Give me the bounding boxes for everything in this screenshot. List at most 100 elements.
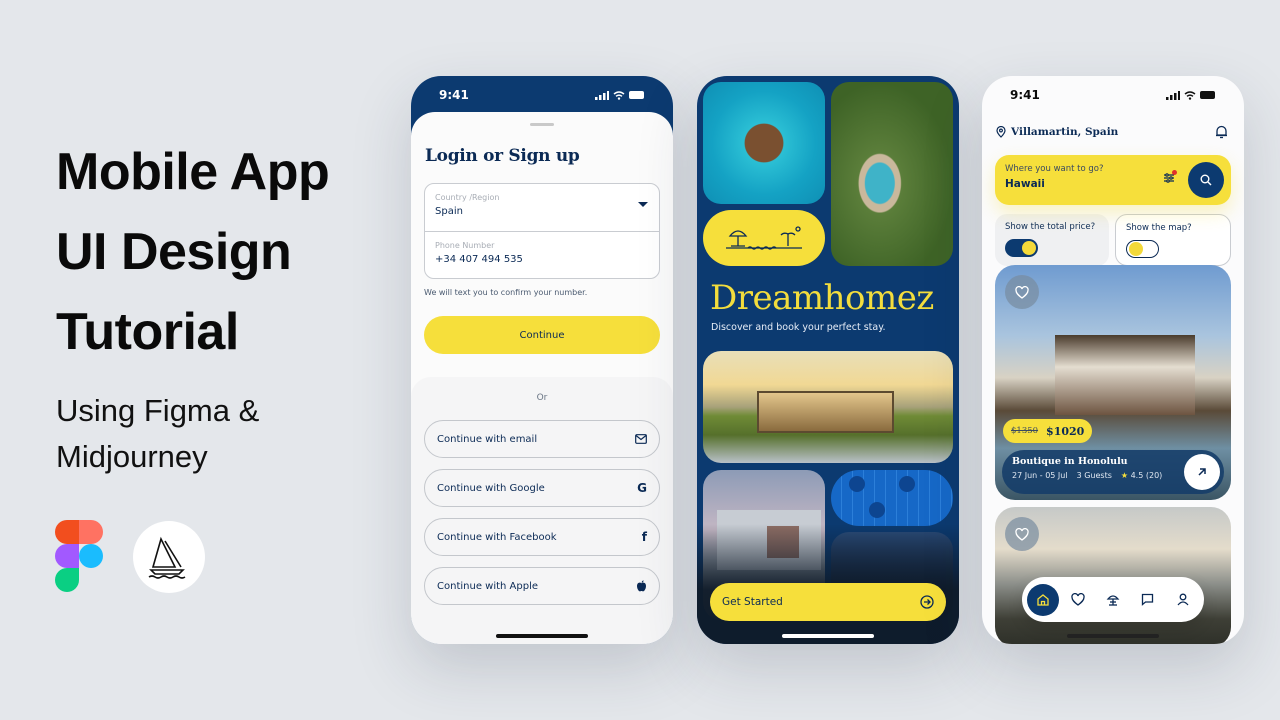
total-price-label: Show the total price?: [1005, 222, 1096, 232]
phone-value[interactable]: +34 407 494 535: [435, 254, 649, 265]
location-label: Villamartin, Spain: [1011, 126, 1119, 138]
map-tile[interactable]: [831, 470, 953, 526]
hero-title: Mobile App UI Design Tutorial: [56, 143, 330, 361]
social-label: Continue with Facebook: [437, 531, 557, 543]
pool-aerial-image: [831, 82, 953, 266]
facebook-icon: f: [641, 530, 647, 544]
continue-google-button[interactable]: Continue with Google G: [424, 469, 660, 507]
bell-icon[interactable]: [1215, 125, 1228, 139]
status-time: 9:41: [439, 88, 469, 102]
nav-messages[interactable]: [1132, 584, 1164, 616]
overwater-villa-image: [703, 82, 825, 204]
listing-rating: 4.5 (20): [1130, 471, 1163, 480]
page-title: Login or Sign up: [425, 146, 580, 166]
location-selector[interactable]: Villamartin, Spain: [996, 126, 1118, 138]
search-button[interactable]: [1188, 162, 1224, 198]
home-indicator: [496, 634, 588, 638]
price-tag: $1350 $1020: [1003, 419, 1093, 443]
old-price: $1350: [1011, 426, 1039, 436]
signal-icon: [1166, 90, 1180, 100]
search-bar[interactable]: Where you want to go? Hawaii: [995, 155, 1231, 205]
listing-card[interactable]: $1350 $1020 Boutique in Honolulu 27 Jun …: [995, 265, 1231, 500]
beach-illustration-card: [703, 210, 825, 266]
status-bar: 9:41: [982, 76, 1244, 114]
chat-icon: [1142, 593, 1154, 606]
confirm-hint: We will text you to confirm your number.: [424, 288, 588, 297]
nav-bookings[interactable]: [1097, 584, 1129, 616]
get-started-label: Get Started: [722, 596, 783, 608]
login-sheet: Login or Sign up Country /Region Spain P…: [411, 112, 673, 644]
map-pin-icon[interactable]: [899, 476, 915, 492]
listing-dates: 27 Jun - 05 Jul: [1012, 471, 1068, 480]
apple-icon: [637, 580, 646, 592]
login-screen: 9:41 Login or Sign up Country /Region Sp…: [411, 76, 673, 644]
status-time: 9:41: [1010, 88, 1040, 102]
listing-title: Boutique in Honolulu: [1012, 456, 1128, 467]
onboarding-screen: Dreamhomez Discover and book your perfec…: [697, 76, 959, 644]
country-value: Spain: [435, 206, 463, 217]
home-indicator: [1067, 634, 1159, 638]
signal-icon: [595, 90, 609, 100]
heart-icon: [1015, 527, 1029, 541]
google-icon: G: [637, 481, 647, 495]
continue-facebook-button[interactable]: Continue with Facebook f: [424, 518, 660, 556]
search-icon: [1200, 174, 1212, 186]
user-icon: [1177, 593, 1189, 606]
nav-profile[interactable]: [1167, 584, 1199, 616]
beach-umbrella-icon: [726, 226, 802, 250]
home-icon: [1037, 593, 1050, 606]
total-price-toggle-card: Show the total price?: [995, 214, 1109, 266]
open-listing-button[interactable]: [1184, 454, 1220, 490]
home-screen: 9:41 Villamartin, Spain Where you want t…: [982, 76, 1244, 644]
phone-label: Phone Number: [435, 241, 495, 250]
figma-logo-icon: [55, 520, 103, 592]
beach-umbrella-icon: [1106, 594, 1120, 606]
villa-image: [1055, 335, 1195, 415]
brand-tagline: Discover and book your perfect stay.: [711, 322, 886, 333]
arrow-up-right-icon: [1198, 468, 1206, 476]
listing-card[interactable]: [995, 507, 1231, 644]
brand-title: Dreamhomez: [710, 278, 934, 318]
country-label: Country /Region: [435, 193, 500, 202]
new-price: $1020: [1046, 424, 1085, 438]
login-form: Country /Region Spain Phone Number +34 4…: [424, 183, 660, 279]
battery-icon: [629, 91, 644, 99]
or-divider: Or: [536, 393, 548, 403]
total-price-toggle[interactable]: [1005, 239, 1038, 257]
star-icon: ★: [1120, 471, 1129, 480]
phone-field[interactable]: Phone Number +34 407 494 535: [425, 231, 659, 278]
country-select[interactable]: Country /Region Spain: [425, 184, 659, 231]
map-toggle[interactable]: [1126, 240, 1159, 258]
sheet-grabber[interactable]: [530, 123, 554, 126]
social-login-area: Or Continue with email Continue with Goo…: [411, 377, 673, 644]
social-label: Continue with Google: [437, 482, 545, 494]
social-label: Continue with email: [437, 433, 538, 445]
mail-icon: [635, 434, 647, 444]
continue-email-button[interactable]: Continue with email: [424, 420, 660, 458]
arrow-right-circle-icon: [920, 595, 934, 609]
listing-guests: 3 Guests: [1076, 471, 1112, 480]
nav-home[interactable]: [1027, 583, 1060, 616]
listing-info: Boutique in Honolulu 27 Jun - 05 Jul 3 G…: [1002, 450, 1224, 494]
status-bar: 9:41: [411, 76, 673, 114]
continue-apple-button[interactable]: Continue with Apple: [424, 567, 660, 605]
heart-icon: [1071, 593, 1085, 606]
glass-house-image: [703, 351, 953, 463]
continue-button[interactable]: Continue: [424, 316, 660, 354]
nav-favorites[interactable]: [1062, 584, 1094, 616]
wifi-icon: [1184, 90, 1196, 100]
favorite-button[interactable]: [1005, 275, 1039, 309]
get-started-button[interactable]: Get Started: [710, 583, 946, 621]
favorite-button[interactable]: [1005, 517, 1039, 551]
midjourney-logo-icon: [133, 521, 205, 593]
map-toggle-label: Show the map?: [1126, 223, 1192, 233]
caret-down-icon[interactable]: [638, 202, 648, 207]
map-toggle-card: Show the map?: [1115, 214, 1231, 266]
home-indicator: [782, 634, 874, 638]
map-pin-icon[interactable]: [849, 476, 865, 492]
wifi-icon: [613, 90, 625, 100]
battery-icon: [1200, 91, 1215, 99]
map-pin-icon[interactable]: [869, 502, 885, 518]
filter-badge: [1172, 170, 1177, 175]
bottom-nav: [1022, 577, 1204, 622]
